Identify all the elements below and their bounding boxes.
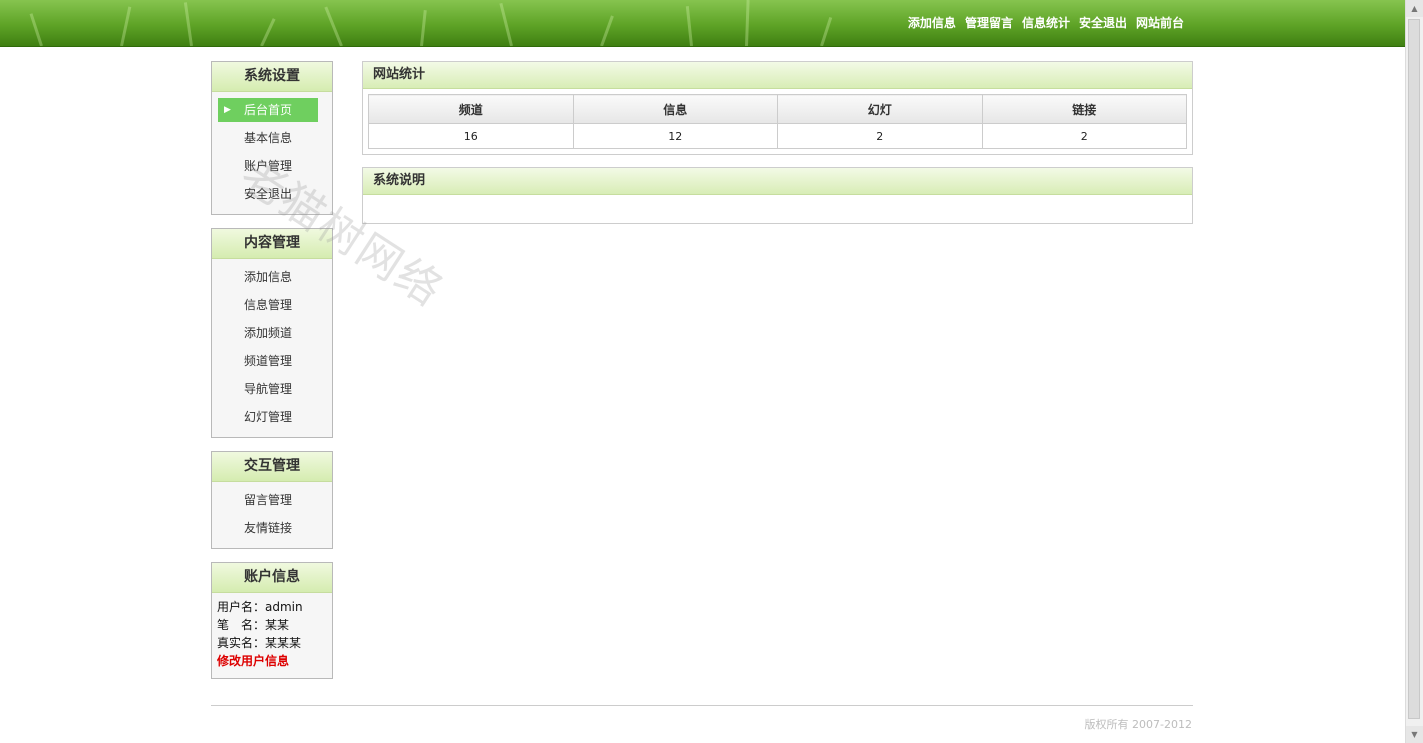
realname-row: 真实名：某某某 [217, 634, 327, 652]
system-description-panel: 系统说明 [362, 167, 1193, 224]
grass-decoration [420, 10, 427, 46]
account-info-box: 账户信息 用户名：admin 笔 名：某某 真实名：某某某 修改用户信息 [211, 562, 333, 679]
sidebar-item-add-info[interactable]: 添加信息 [218, 265, 318, 293]
username-value: admin [265, 600, 303, 614]
sidebar-item-logout[interactable]: 安全退出 [218, 182, 318, 210]
nav-site-front-link[interactable]: 网站前台 [1136, 14, 1184, 31]
grass-decoration [685, 6, 693, 46]
site-stats-title: 网站统计 [363, 62, 1192, 89]
sidebar-item-label: 后台首页 [243, 103, 292, 117]
account-info-body: 用户名：admin 笔 名：某某 真实名：某某某 修改用户信息 [212, 593, 332, 678]
column-header-links: 链接 [981, 94, 1187, 124]
sidebar-item-basic-info[interactable]: 基本信息 [218, 126, 318, 154]
sidebar-item-message-management[interactable]: 留言管理 [218, 488, 318, 516]
sidebar-item-slide-management[interactable]: 幻灯管理 [218, 405, 318, 433]
cell-info-count: 12 [572, 123, 778, 149]
system-settings-box: 系统设置 ▶ 后台首页 基本信息 账户管理 安全退出 [211, 61, 333, 215]
penname-label: 笔 名： [217, 618, 266, 632]
system-settings-menu: ▶ 后台首页 基本信息 账户管理 安全退出 [212, 92, 332, 214]
site-stats-panel: 网站统计 频道 信息 幻灯 链接 16 12 2 2 [362, 61, 1193, 155]
username-label: 用户名： [217, 600, 266, 614]
column-header-channels: 频道 [368, 94, 574, 124]
grass-decoration [120, 6, 132, 46]
nav-info-stats-link[interactable]: 信息统计 [1022, 14, 1070, 31]
sidebar-item-account-management[interactable]: 账户管理 [218, 154, 318, 182]
realname-label: 真实名： [217, 636, 266, 650]
system-description-title: 系统说明 [363, 168, 1192, 195]
column-header-slides: 幻灯 [777, 94, 983, 124]
system-description-body [363, 195, 1192, 223]
sidebar-item-add-channel[interactable]: 添加频道 [218, 321, 318, 349]
nav-manage-messages-link[interactable]: 管理留言 [965, 14, 1013, 31]
chevron-right-icon: ▶ [224, 105, 231, 115]
grass-decoration [499, 2, 513, 46]
grass-decoration [29, 13, 43, 46]
system-settings-title: 系统设置 [212, 62, 332, 92]
scroll-up-icon[interactable]: ▲ [1406, 0, 1423, 17]
username-row: 用户名：admin [217, 598, 327, 616]
content-management-title: 内容管理 [212, 229, 332, 259]
grass-decoration [183, 2, 193, 46]
account-info-title: 账户信息 [212, 563, 332, 593]
grass-decoration [745, 0, 750, 46]
header-banner: 添加信息 管理留言 信息统计 安全退出 网站前台 [0, 0, 1406, 47]
nav-logout-link[interactable]: 安全退出 [1079, 14, 1127, 31]
table-header-row: 频道 信息 幻灯 链接 [368, 94, 1187, 124]
grass-decoration [600, 15, 614, 46]
sidebar-item-channel-management[interactable]: 频道管理 [218, 349, 318, 377]
grass-decoration [260, 18, 276, 46]
grass-decoration [324, 6, 343, 46]
sidebar-item-info-management[interactable]: 信息管理 [218, 293, 318, 321]
sidebar: 系统设置 ▶ 后台首页 基本信息 账户管理 安全退出 内容管理 添加信息 信息管… [211, 61, 333, 692]
scrollbar-thumb[interactable] [1408, 19, 1420, 719]
edit-user-info-link[interactable]: 修改用户信息 [217, 654, 289, 668]
sidebar-item-nav-management[interactable]: 导航管理 [218, 377, 318, 405]
scroll-down-icon[interactable]: ▼ [1406, 726, 1423, 743]
edit-user-row: 修改用户信息 [217, 652, 327, 670]
nav-add-info-link[interactable]: 添加信息 [908, 14, 956, 31]
column-header-info: 信息 [572, 94, 778, 124]
site-stats-body: 频道 信息 幻灯 链接 16 12 2 2 [363, 89, 1192, 154]
footer-copyright: 版权所有 2007-2012 [1084, 718, 1192, 731]
content-management-box: 内容管理 添加信息 信息管理 添加频道 频道管理 导航管理 幻灯管理 [211, 228, 333, 438]
main-content: 网站统计 频道 信息 幻灯 链接 16 12 2 2 系统说明 [362, 61, 1193, 236]
cell-slides-count: 2 [777, 123, 983, 149]
grass-decoration [820, 17, 833, 46]
realname-value: 某某某 [265, 636, 302, 650]
top-nav: 添加信息 管理留言 信息统计 安全退出 网站前台 [908, 14, 1184, 31]
table-row: 16 12 2 2 [368, 123, 1187, 149]
interaction-management-title: 交互管理 [212, 452, 332, 482]
interaction-management-box: 交互管理 留言管理 友情链接 [211, 451, 333, 549]
penname-row: 笔 名：某某 [217, 616, 327, 634]
cell-channels-count: 16 [368, 123, 574, 149]
footer-divider [211, 705, 1193, 706]
content-management-menu: 添加信息 信息管理 添加频道 频道管理 导航管理 幻灯管理 [212, 259, 332, 437]
sidebar-item-friend-links[interactable]: 友情链接 [218, 516, 318, 544]
vertical-scrollbar[interactable]: ▲ ▼ [1405, 0, 1423, 743]
penname-value: 某某 [265, 618, 290, 632]
cell-links-count: 2 [981, 123, 1187, 149]
interaction-management-menu: 留言管理 友情链接 [212, 482, 332, 548]
sidebar-item-admin-home[interactable]: ▶ 后台首页 [218, 98, 318, 122]
site-stats-table: 频道 信息 幻灯 链接 16 12 2 2 [368, 94, 1187, 149]
